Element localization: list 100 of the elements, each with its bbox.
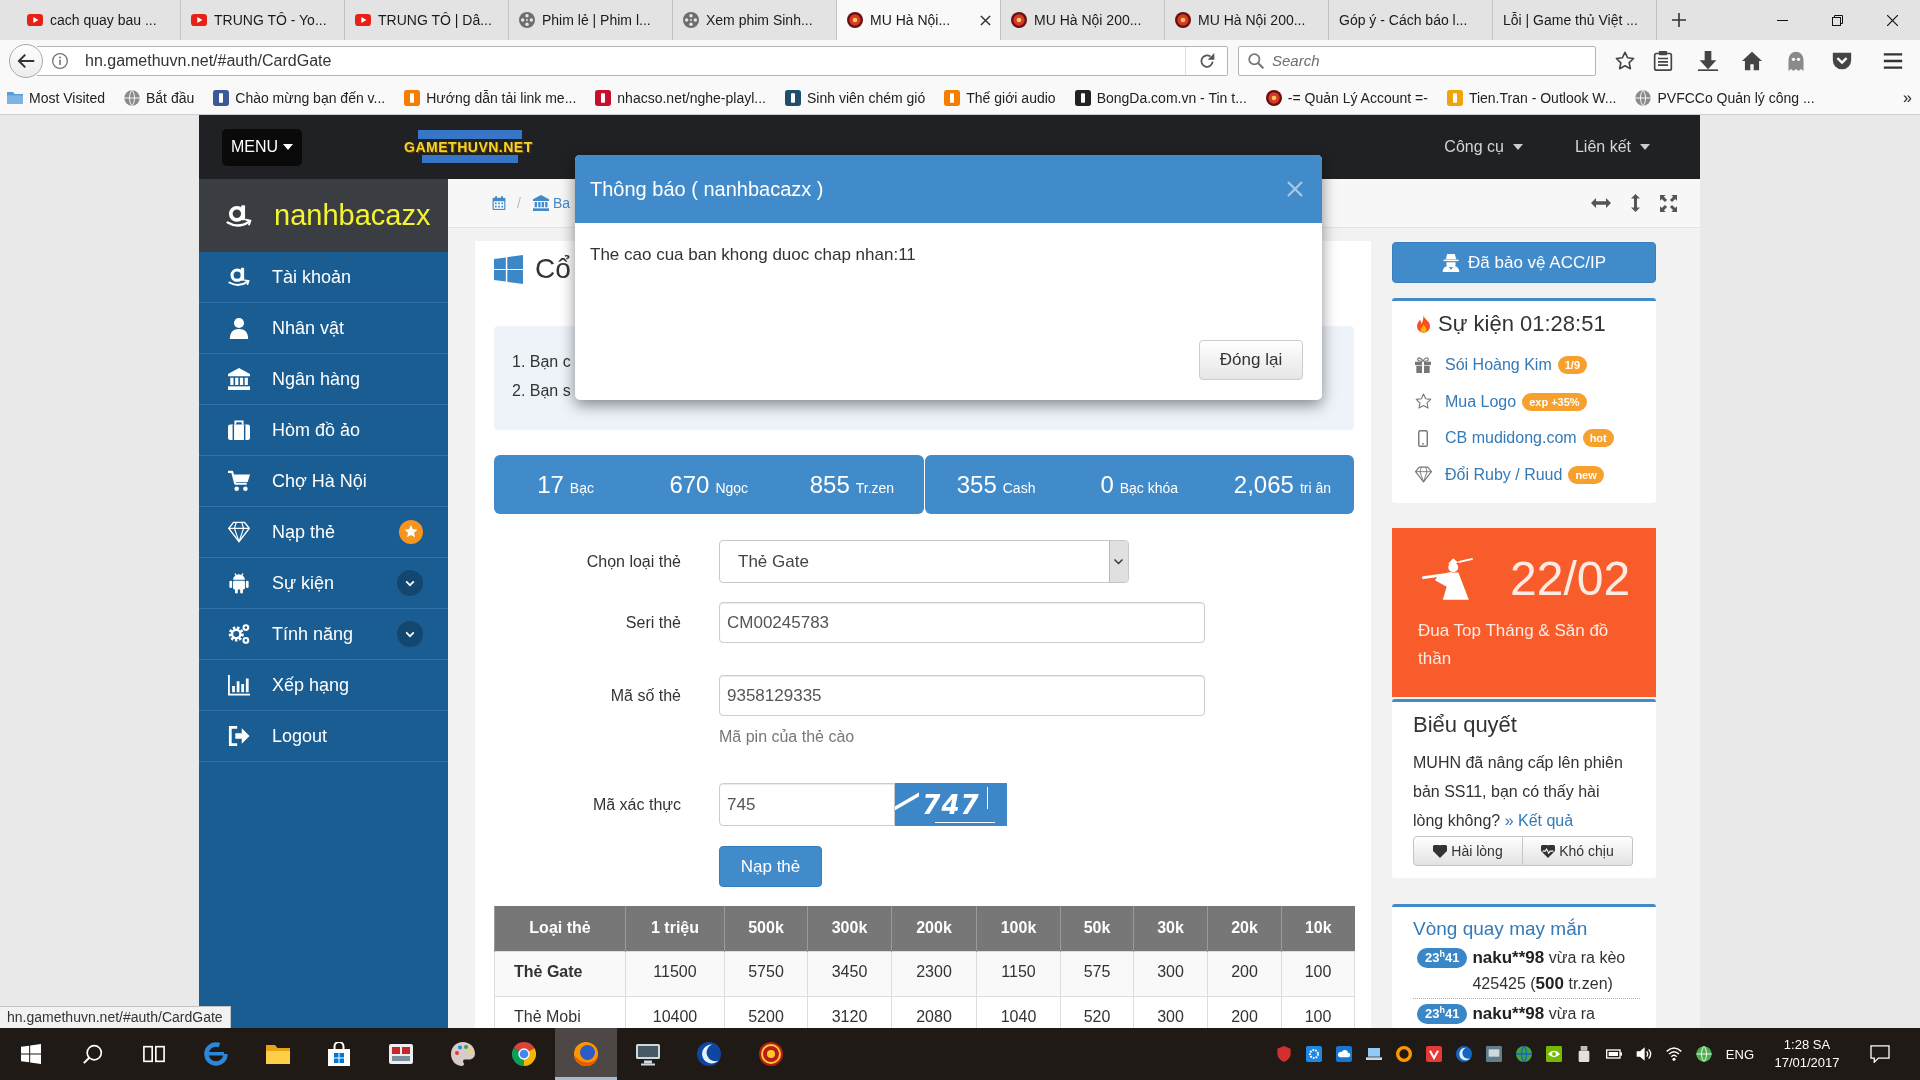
bookmark-link[interactable]: Sinh viên chém gió	[784, 85, 926, 110]
breadcrumb-link[interactable]: Ba	[532, 195, 570, 211]
fullscreen-icon[interactable]	[1660, 194, 1677, 212]
events-title: Sự kiện 01:28:51	[1438, 311, 1606, 337]
gear-tile-icon[interactable]	[1305, 1046, 1322, 1062]
notification-icon[interactable]	[1870, 1045, 1890, 1063]
arrows-horizontal-icon[interactable]	[1591, 198, 1611, 208]
sidebar-item[interactable]: Sự kiện	[199, 558, 448, 609]
table-cell: 1150	[976, 951, 1061, 996]
results-link[interactable]: » Kết quả	[1504, 812, 1574, 829]
submit-button[interactable]: Nạp thẻ	[719, 846, 822, 887]
stat-unit: Bạc	[569, 479, 594, 496]
more-bookmarks-button[interactable]: »	[1903, 88, 1912, 107]
stat-value: 855	[809, 470, 850, 498]
task-view-icon[interactable]	[143, 1043, 166, 1065]
captcha-input[interactable]: 745	[719, 783, 895, 826]
search-field[interactable]: Search	[1238, 45, 1596, 76]
search-icon[interactable]	[82, 1044, 103, 1064]
nav-dropdown-link[interactable]: Liên kết	[1574, 138, 1650, 156]
menu-button[interactable]: MENU	[222, 128, 303, 166]
restore-icon[interactable]	[1832, 14, 1843, 26]
bookmark-link[interactable]: nhacso.net/nghe-playl...	[595, 85, 766, 110]
globe-icon[interactable]	[1695, 1046, 1712, 1062]
sidebar-item[interactable]: Hòm đồ ảo	[199, 405, 448, 456]
card-type-select[interactable]: Thẻ Gate	[719, 540, 1129, 583]
film-reel-icon	[519, 12, 535, 28]
poll-option-button[interactable]: Khó chịu	[1523, 836, 1633, 866]
close-icon[interactable]	[980, 14, 991, 26]
bookmark-link[interactable]: -= Quản Lý Account =-	[1265, 85, 1428, 110]
wifi-icon[interactable]	[1665, 1046, 1682, 1062]
nav-dropdown-link[interactable]: Công cụ	[1444, 138, 1523, 156]
sidebar-item[interactable]: Ngân hàng	[199, 354, 448, 405]
poll-option-button[interactable]: Hài lòng	[1413, 836, 1523, 866]
library-icon[interactable]	[1653, 50, 1673, 71]
result-text: naku**98 vừa ra kèo 425425 (500 tr.zen)	[1472, 947, 1627, 995]
reload-icon[interactable]	[1199, 52, 1215, 69]
orb-icon	[1265, 89, 1282, 106]
caret-icon	[283, 144, 294, 150]
clock-time[interactable]: 1:28 SA	[1783, 1036, 1831, 1054]
app-window-icon	[388, 1042, 413, 1066]
eye-tile-icon[interactable]	[1545, 1046, 1562, 1062]
browser-tab[interactable]: MU Hà Nội...	[837, 0, 1001, 40]
bookmark-link[interactable]: Most Visited	[7, 85, 105, 110]
crescent-icon[interactable]	[1455, 1046, 1472, 1062]
event-link[interactable]: CB mudidong.com	[1445, 429, 1577, 448]
bookmark-star-icon[interactable]	[1615, 50, 1635, 71]
crescent-icon	[697, 1042, 722, 1066]
menu-icon[interactable]	[1883, 50, 1903, 71]
cloud-tile-icon[interactable]	[1335, 1046, 1352, 1062]
language-indicator[interactable]: ENG	[1725, 1046, 1754, 1062]
back-button[interactable]	[9, 43, 43, 78]
sidebar-item[interactable]: Tính năng	[199, 609, 448, 660]
bookmark-link[interactable]: Thế giới audio	[944, 85, 1056, 110]
ring-icon[interactable]	[1395, 1046, 1412, 1062]
event-link[interactable]: Sói Hoàng Kim	[1445, 356, 1552, 375]
home-icon[interactable]	[1742, 50, 1762, 71]
poll-title: Biểu quyết	[1413, 711, 1517, 739]
plus-icon[interactable]	[1672, 13, 1686, 27]
agent-icon	[1442, 253, 1460, 272]
table-header-cell: 20k	[1207, 906, 1282, 951]
text-input[interactable]: 9358129335	[719, 675, 1205, 716]
bookmark-link[interactable]: Tien.Tran - Outlook W...	[1446, 85, 1617, 110]
close-dialog-button[interactable]: Đóng lại	[1199, 340, 1303, 380]
bookmark-link[interactable]: BongDa.com.vn - Tin t...	[1074, 85, 1247, 110]
arrows-vertical-icon[interactable]	[1631, 194, 1640, 212]
window-tile-icon[interactable]	[1485, 1046, 1502, 1062]
event-link[interactable]: Đổi Ruby / Ruud	[1445, 465, 1563, 484]
search-icon	[1248, 52, 1264, 69]
bookmark-link[interactable]: PVFCCo Quản lý công ...	[1635, 85, 1815, 110]
v-mark-tile-icon[interactable]	[1425, 1046, 1442, 1062]
bookmark-link[interactable]: Chào mừng bạn đến v...	[213, 85, 386, 110]
stat-value: 2,065	[1233, 470, 1294, 498]
address-bar[interactable]: hn.gamethuvn.net/#auth/CardGate	[37, 45, 1228, 76]
gift-icon	[1415, 357, 1431, 374]
laptop-icon[interactable]	[1365, 1046, 1382, 1062]
sidebar-item[interactable]: Nạp thẻ	[199, 507, 448, 558]
protect-button[interactable]: Đã bảo vệ ACC/IP	[1392, 242, 1656, 283]
globe-app-icon[interactable]	[1515, 1046, 1532, 1062]
minimize-icon[interactable]	[1777, 19, 1788, 21]
speaker-icon[interactable]	[1635, 1046, 1652, 1062]
start-icon[interactable]	[20, 1044, 41, 1064]
bookmark-link[interactable]: Bắt đầu	[124, 85, 195, 110]
stat-value: 670	[669, 470, 710, 498]
event-badge: 1/9	[1557, 356, 1587, 375]
shield-icon[interactable]	[1832, 50, 1852, 71]
lucky-wheel-title[interactable]: Vòng quay may mắn	[1413, 917, 1588, 941]
info-icon[interactable]	[52, 52, 68, 69]
sidebar-item[interactable]: Nhân vật	[199, 303, 448, 354]
download-icon[interactable]	[1698, 50, 1718, 71]
table-header-cell: 500k	[724, 906, 808, 951]
event-link[interactable]: Mua Logo	[1445, 392, 1517, 411]
battery-icon[interactable]	[1605, 1046, 1622, 1062]
table-header-cell: 30k	[1133, 906, 1208, 951]
table-cell: 100	[1281, 951, 1355, 996]
clock-date[interactable]: 17/01/2017	[1774, 1054, 1840, 1072]
calendar-icon[interactable]	[492, 196, 506, 210]
bookmark-link[interactable]: Hướng dẫn tải link me...	[404, 85, 577, 110]
close-icon[interactable]	[1887, 14, 1898, 26]
ghost-icon[interactable]	[1786, 50, 1806, 71]
text-input[interactable]: CM00245783	[719, 602, 1205, 643]
